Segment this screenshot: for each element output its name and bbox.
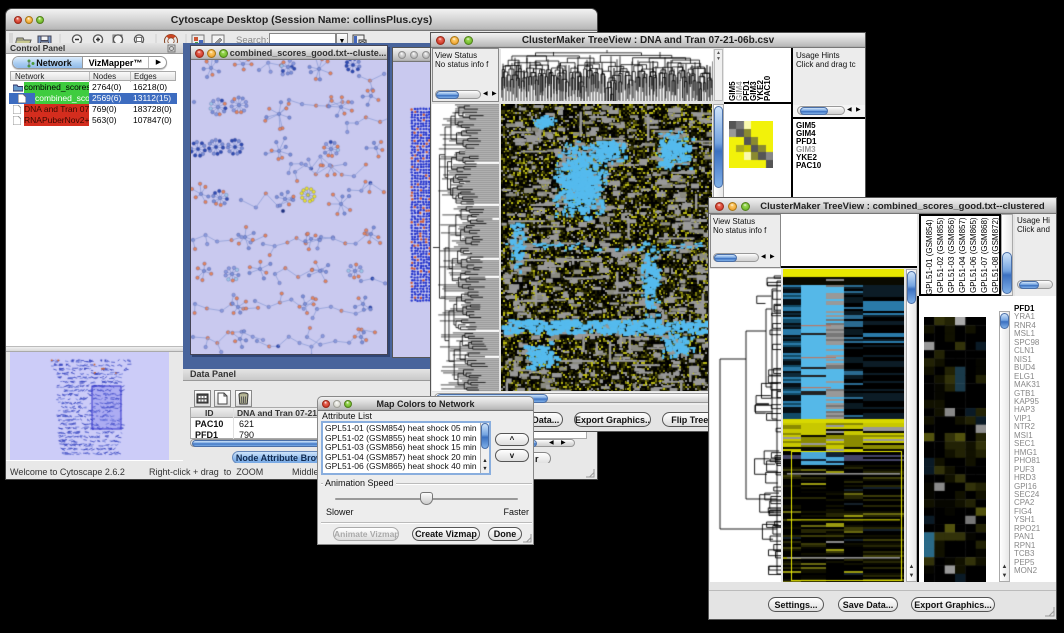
svg-text:GPL51-04 (GSM857): GPL51-04 (GSM857) xyxy=(958,217,967,293)
svg-text:GPL51-07 (GSM868): GPL51-07 (GSM868) xyxy=(980,217,989,293)
svg-text:GPL51-06 (GSM865): GPL51-06 (GSM865) xyxy=(969,217,978,293)
svg-text:GPL51-08 (GSM872): GPL51-08 (GSM872) xyxy=(991,217,999,293)
svg-text:GPL51-02 (GSM855): GPL51-02 (GSM855) xyxy=(936,217,945,293)
svg-text:GPL51-03 (GSM856): GPL51-03 (GSM856) xyxy=(947,217,956,293)
svg-text:PAC10: PAC10 xyxy=(763,75,772,101)
svg-text:GPL51-01 (GSM854): GPL51-01 (GSM854) xyxy=(925,219,934,294)
